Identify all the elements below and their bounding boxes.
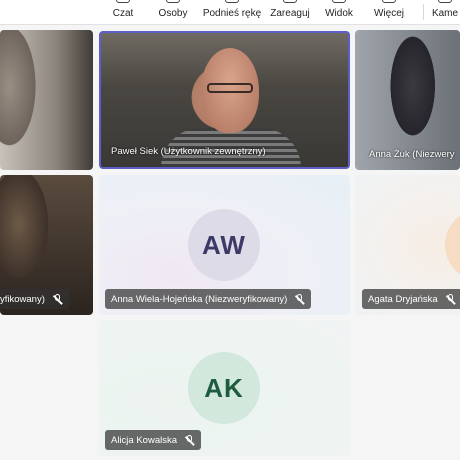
participant-tile-anna-zuk[interactable]: Anna Żuk (Niezwery	[355, 30, 460, 170]
avatar-initials: AW	[202, 229, 246, 260]
camera-icon	[438, 0, 452, 3]
people-label: Osoby	[158, 8, 188, 19]
participant-tile-pawel-siek[interactable]: Paweł Siek (Użytkownik zewnętrzny)	[99, 31, 350, 169]
people-icon	[166, 0, 180, 3]
participant-name: Alicja Kowalska	[111, 434, 177, 446]
react-icon	[283, 0, 297, 3]
participant-name: Paweł Siek (Użytkownik zewnętrzny)	[111, 145, 266, 157]
mic-off-icon	[294, 293, 305, 305]
participant-tile-anna-wiela-hojenska[interactable]: AW Anna Wiela-Hojeńska (Niezweryfikowany…	[99, 175, 350, 315]
avatar: AW	[188, 209, 260, 281]
people-button[interactable]: Osoby	[153, 0, 193, 24]
participant-name-tag: yfikowany)	[0, 289, 69, 309]
chat-label: Czat	[112, 8, 134, 19]
avatar-initials: AK	[204, 372, 244, 403]
camera-label: Kame	[431, 8, 459, 19]
avatar: AK	[188, 352, 260, 424]
participant-name: Anna Żuk (Niezwery	[369, 148, 455, 160]
raise-hand-label: Podnieś rękę	[202, 8, 262, 19]
mic-off-icon	[184, 434, 195, 446]
camera-button[interactable]: Kame	[430, 0, 460, 24]
raise-hand-icon	[225, 0, 239, 3]
more-icon	[382, 0, 396, 3]
avatar	[445, 209, 460, 281]
view-button[interactable]: Widok	[322, 0, 356, 24]
view-label: Widok	[325, 8, 353, 19]
participant-tile-alicja-kowalska[interactable]: AK Alicja Kowalska	[99, 320, 350, 456]
video-feed-glasses	[207, 83, 253, 93]
chat-icon	[116, 0, 130, 3]
participant-name: yfikowany)	[0, 293, 45, 305]
participant-name-tag: Agata Dryjańska	[362, 289, 460, 309]
mic-off-icon	[445, 293, 456, 305]
participant-name: Anna Wiela-Hojeńska (Niezweryfikowany)	[111, 293, 288, 305]
participant-tile-agata-dryjanska[interactable]: Agata Dryjańska	[355, 175, 460, 315]
participant-name-tag: Anna Wiela-Hojeńska (Niezweryfikowany)	[105, 289, 312, 309]
participant-name-tag: Alicja Kowalska	[105, 430, 201, 450]
participant-tile-video[interactable]	[0, 30, 93, 170]
view-icon	[332, 0, 346, 3]
mic-off-icon	[52, 293, 63, 305]
participant-name-tag: Paweł Siek (Użytkownik zewnętrzny)	[109, 141, 272, 161]
participant-tile-video-2[interactable]: yfikowany)	[0, 175, 93, 315]
participant-name-tag: Anna Żuk (Niezwery	[367, 144, 460, 164]
meeting-toolbar: Czat Osoby Podnieś rękę Zareaguj Widok W…	[0, 0, 460, 25]
more-label: Więcej	[373, 8, 404, 19]
toolbar-divider	[423, 4, 424, 20]
react-label: Zareaguj	[270, 8, 310, 19]
chat-button[interactable]: Czat	[108, 0, 138, 24]
more-button[interactable]: Więcej	[370, 0, 408, 24]
participant-name: Agata Dryjańska	[368, 293, 438, 305]
raise-hand-button[interactable]: Podnieś rękę	[200, 0, 264, 24]
react-button[interactable]: Zareaguj	[266, 0, 314, 24]
